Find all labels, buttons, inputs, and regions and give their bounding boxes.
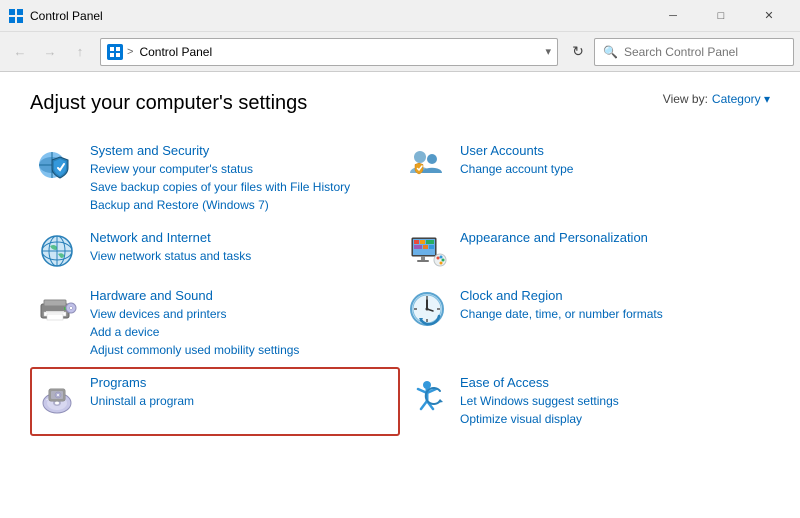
hardware-sound-link-1[interactable]: View devices and printers <box>90 305 394 323</box>
hardware-sound-link-2[interactable]: Add a device <box>90 323 394 341</box>
content-header: Adjust your computer's settings View by:… <box>30 92 770 115</box>
user-accounts-icon <box>406 143 448 185</box>
ease-of-access-links: Let Windows suggest settings Optimize vi… <box>460 392 764 428</box>
ease-of-access-title[interactable]: Ease of Access <box>460 375 764 390</box>
user-accounts-links: Change account type <box>460 160 764 178</box>
view-by-control: View by: Category ▾ <box>663 92 770 106</box>
system-security-link-1[interactable]: Review your computer's status <box>90 160 394 178</box>
ease-of-access-icon <box>406 375 448 417</box>
page-title: Adjust your computer's settings <box>30 92 307 115</box>
system-security-link-3[interactable]: Backup and Restore (Windows 7) <box>90 196 394 214</box>
hardware-icon <box>36 288 78 330</box>
search-icon: 🔍 <box>603 45 618 59</box>
network-internet-item[interactable]: Network and Internet View network status… <box>30 222 400 280</box>
maximize-button[interactable]: □ <box>698 0 744 32</box>
address-dropdown-arrow[interactable]: ▾ <box>545 45 551 58</box>
system-security-title[interactable]: System and Security <box>90 143 394 158</box>
user-accounts-link-1[interactable]: Change account type <box>460 160 764 178</box>
system-security-link-2[interactable]: Save backup copies of your files with Fi… <box>90 178 394 196</box>
appearance-item[interactable]: Appearance and Personalization <box>400 222 770 280</box>
view-by-value[interactable]: Category ▾ <box>712 92 770 106</box>
nav-bar: ← → ↑ > Control Panel ▾ ↻ 🔍 <box>0 32 800 72</box>
ease-of-access-item[interactable]: Ease of Access Let Windows suggest setti… <box>400 367 770 436</box>
content-area: Adjust your computer's settings View by:… <box>0 72 800 518</box>
system-security-icon <box>36 143 78 185</box>
window-icon <box>8 8 24 24</box>
minimize-button[interactable]: ─ <box>650 0 696 32</box>
address-bar[interactable]: > Control Panel ▾ <box>100 38 558 66</box>
clock-region-text: Clock and Region Change date, time, or n… <box>460 288 764 323</box>
refresh-button[interactable]: ↻ <box>564 38 592 66</box>
up-button[interactable]: ↑ <box>66 38 94 66</box>
network-internet-link-1[interactable]: View network status and tasks <box>90 247 394 265</box>
hardware-sound-item[interactable]: Hardware and Sound View devices and prin… <box>30 280 400 367</box>
clock-region-links: Change date, time, or number formats <box>460 305 764 323</box>
window-title: Control Panel <box>30 9 650 23</box>
system-security-links: Review your computer's status Save backu… <box>90 160 394 214</box>
system-security-item[interactable]: System and Security Review your computer… <box>30 135 400 222</box>
items-grid: System and Security Review your computer… <box>30 135 770 436</box>
appearance-title[interactable]: Appearance and Personalization <box>460 230 764 245</box>
clock-icon <box>406 288 448 330</box>
programs-link-1[interactable]: Uninstall a program <box>90 392 394 410</box>
hardware-sound-links: View devices and printers Add a device A… <box>90 305 394 359</box>
network-internet-title[interactable]: Network and Internet <box>90 230 394 245</box>
breadcrumb-arrow: > <box>127 46 133 58</box>
hardware-sound-title[interactable]: Hardware and Sound <box>90 288 394 303</box>
user-accounts-item[interactable]: User Accounts Change account type <box>400 135 770 222</box>
ease-of-access-link-1[interactable]: Let Windows suggest settings <box>460 392 764 410</box>
ease-of-access-link-2[interactable]: Optimize visual display <box>460 410 764 428</box>
forward-button[interactable]: → <box>36 38 64 66</box>
appearance-text: Appearance and Personalization <box>460 230 764 247</box>
window-controls: ─ □ ✕ <box>650 0 792 32</box>
back-button[interactable]: ← <box>6 38 34 66</box>
address-text: Control Panel <box>139 45 541 59</box>
user-accounts-text: User Accounts Change account type <box>460 143 764 178</box>
ease-of-access-text: Ease of Access Let Windows suggest setti… <box>460 375 764 428</box>
search-input[interactable] <box>624 45 785 59</box>
search-box[interactable]: 🔍 <box>594 38 794 66</box>
programs-title[interactable]: Programs <box>90 375 394 390</box>
network-internet-links: View network status and tasks <box>90 247 394 265</box>
address-icon <box>107 44 123 60</box>
system-security-text: System and Security Review your computer… <box>90 143 394 214</box>
clock-region-title[interactable]: Clock and Region <box>460 288 764 303</box>
network-internet-text: Network and Internet View network status… <box>90 230 394 265</box>
view-by-label: View by: <box>663 92 708 106</box>
clock-region-item[interactable]: Clock and Region Change date, time, or n… <box>400 280 770 367</box>
hardware-sound-text: Hardware and Sound View devices and prin… <box>90 288 394 359</box>
appearance-icon <box>406 230 448 272</box>
title-bar: Control Panel ─ □ ✕ <box>0 0 800 32</box>
programs-item[interactable]: Programs Uninstall a program <box>30 367 400 436</box>
network-icon <box>36 230 78 272</box>
close-button[interactable]: ✕ <box>746 0 792 32</box>
hardware-sound-link-3[interactable]: Adjust commonly used mobility settings <box>90 341 394 359</box>
programs-text: Programs Uninstall a program <box>90 375 394 410</box>
clock-region-link-1[interactable]: Change date, time, or number formats <box>460 305 764 323</box>
programs-links: Uninstall a program <box>90 392 394 410</box>
user-accounts-title[interactable]: User Accounts <box>460 143 764 158</box>
programs-icon <box>36 375 78 417</box>
